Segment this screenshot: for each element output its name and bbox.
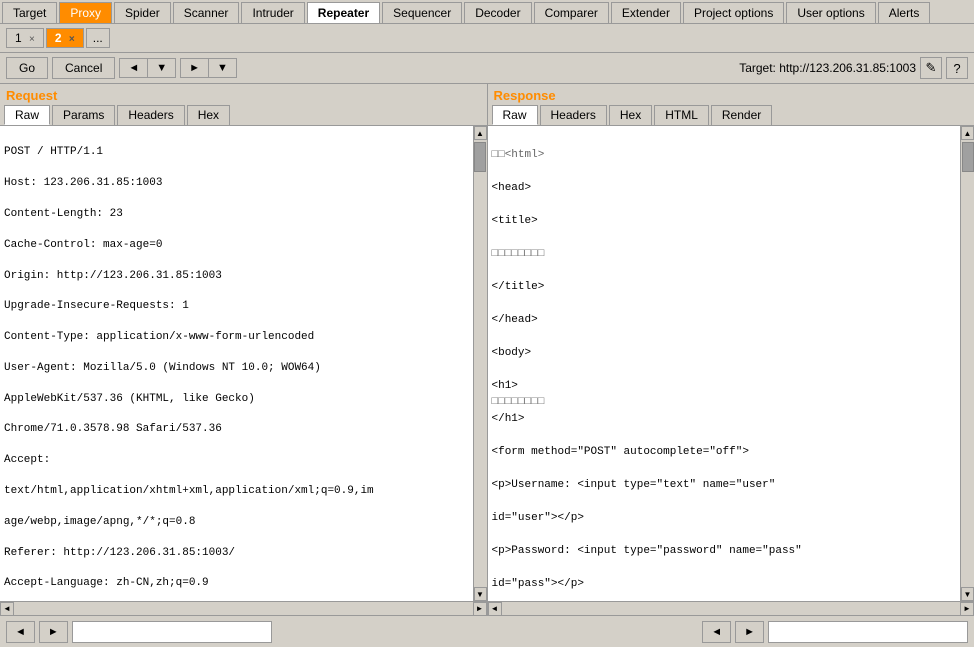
resp-line-3: <title> — [492, 213, 957, 230]
scrollbar-down-arrow[interactable]: ▼ — [474, 587, 487, 601]
main-content: Request Raw Params Headers Hex POST / HT… — [0, 84, 974, 615]
resp-line-5: </title> — [492, 279, 957, 296]
request-content[interactable]: POST / HTTP/1.1 Host: 123.206.31.85:1003… — [0, 126, 473, 601]
resp-scroll-right[interactable]: ► — [960, 602, 974, 616]
request-line-accept-types2: age/webp,image/apng,*/*;q=0.8 — [4, 515, 469, 530]
request-tabs: Raw Params Headers Hex — [0, 105, 487, 126]
tab-more-button[interactable]: ... — [86, 28, 110, 48]
resp-line-10: <p>Username: <input type="text" name="us… — [492, 477, 957, 494]
tab-decoder[interactable]: Decoder — [464, 2, 531, 23]
response-tabs: Raw Headers Hex HTML Render — [488, 105, 974, 126]
request-line-host: Host: 123.206.31.85:1003 — [4, 176, 469, 191]
resp-line-4: □□□□□□□□ — [492, 246, 957, 263]
resp-line-7: <body> — [492, 345, 957, 362]
resp-scroll-left[interactable]: ◄ — [488, 602, 502, 616]
resp-line-6: </head> — [492, 312, 957, 329]
request-line-webkit: AppleWebKit/537.36 (KHTML, like Gecko) — [4, 392, 469, 407]
tab-user-options[interactable]: User options — [786, 2, 875, 23]
edit-target-button[interactable]: ✎ — [920, 57, 942, 79]
response-tab-headers[interactable]: Headers — [540, 105, 607, 125]
resp-scrollbar-up[interactable]: ▲ — [961, 126, 974, 140]
request-line-chrome: Chrome/71.0.3578.98 Safari/537.36 — [4, 422, 469, 437]
tab-number-2[interactable]: 2 × — [46, 28, 84, 48]
response-title: Response — [488, 84, 974, 105]
forward-button[interactable]: ► — [180, 58, 208, 78]
tab-number-2-close[interactable]: × — [69, 34, 75, 45]
bottom-right-forward[interactable]: ► — [735, 621, 764, 643]
request-line-cache-control: Cache-Control: max-age=0 — [4, 238, 469, 253]
back-forward-group: ◄ ▼ — [119, 58, 176, 78]
bottom-right-input[interactable] — [768, 621, 968, 643]
go-button[interactable]: Go — [6, 57, 48, 79]
tab-number-1-label: 1 — [15, 31, 22, 45]
resp-line-1: □□<html> — [492, 147, 957, 164]
tab-project-options[interactable]: Project options — [683, 2, 784, 23]
resp-line-9: <form method="POST" autocomplete="off"> — [492, 444, 957, 461]
bottom-back-button[interactable]: ◄ — [6, 621, 35, 643]
tab-intruder[interactable]: Intruder — [241, 2, 304, 23]
scrollbar-thumb[interactable] — [474, 142, 486, 172]
scrollbar-right-arrow[interactable]: ► — [473, 602, 487, 616]
request-line-method: POST / HTTP/1.1 — [4, 145, 469, 160]
bottom-toolbar: ◄ ► ◄ ► — [0, 615, 974, 647]
repeater-tabs: 1 × 2 × ... — [0, 24, 974, 53]
request-tab-raw[interactable]: Raw — [4, 105, 50, 125]
tab-target[interactable]: Target — [2, 2, 57, 23]
tab-number-1-close[interactable]: × — [29, 34, 35, 45]
resp-line-2: <head> — [492, 180, 957, 197]
resp-line-11: id="user"></p> — [492, 510, 957, 527]
request-line-content-length: Content-Length: 23 — [4, 207, 469, 222]
tab-scanner[interactable]: Scanner — [173, 2, 240, 23]
request-title: Request — [0, 84, 487, 105]
target-url: Target: http://123.206.31.85:1003 — [739, 61, 916, 75]
request-tab-hex[interactable]: Hex — [187, 105, 230, 125]
forward-group: ► ▼ — [180, 58, 237, 78]
back-button[interactable]: ◄ — [119, 58, 147, 78]
help-button[interactable]: ? — [946, 57, 968, 79]
tab-number-2-label: 2 — [55, 31, 62, 45]
repeater-toolbar: Go Cancel ◄ ▼ ► ▼ Target: http://123.206… — [0, 53, 974, 84]
resp-line-12: <p>Password: <input type="password" name… — [492, 543, 957, 560]
scrollbar-up-arrow[interactable]: ▲ — [474, 126, 487, 140]
request-panel: Request Raw Params Headers Hex POST / HT… — [0, 84, 488, 615]
response-content[interactable]: □□<html> <head> <title> □□□□□□□□ </title… — [488, 126, 961, 601]
tab-number-1[interactable]: 1 × — [6, 28, 44, 48]
tab-comparer[interactable]: Comparer — [534, 2, 609, 23]
tab-proxy[interactable]: Proxy — [59, 2, 112, 23]
main-nav: Target Proxy Spider Scanner Intruder Rep… — [0, 0, 974, 24]
request-line-referer: Referer: http://123.206.31.85:1003/ — [4, 546, 469, 561]
bottom-right: ◄ ► — [702, 621, 968, 643]
tab-sequencer[interactable]: Sequencer — [382, 2, 462, 23]
resp-line-8: <h1>□□□□□□□□</h1> — [492, 378, 957, 428]
tab-alerts[interactable]: Alerts — [878, 2, 931, 23]
scrollbar-left-arrow[interactable]: ◄ — [0, 602, 14, 616]
resp-line-13: id="pass"></p> — [492, 576, 957, 593]
request-line-upgrade: Upgrade-Insecure-Requests: 1 — [4, 299, 469, 314]
request-tab-params[interactable]: Params — [52, 105, 115, 125]
request-tab-headers[interactable]: Headers — [117, 105, 184, 125]
request-line-accept-types: text/html,application/xhtml+xml,applicat… — [4, 484, 469, 499]
tab-spider[interactable]: Spider — [114, 2, 171, 23]
request-line-accept: Accept: — [4, 453, 469, 468]
bottom-right-back[interactable]: ◄ — [702, 621, 731, 643]
response-tab-render[interactable]: Render — [711, 105, 772, 125]
response-panel: Response Raw Headers Hex HTML Render □□<… — [488, 84, 974, 615]
bottom-left: ◄ ► — [6, 621, 272, 643]
response-tab-hex[interactable]: Hex — [609, 105, 652, 125]
cancel-button[interactable]: Cancel — [52, 57, 115, 79]
request-line-content-type: Content-Type: application/x-www-form-url… — [4, 330, 469, 345]
request-line-user-agent: User-Agent: Mozilla/5.0 (Windows NT 10.0… — [4, 361, 469, 376]
request-line-origin: Origin: http://123.206.31.85:1003 — [4, 269, 469, 284]
back-dropdown[interactable]: ▼ — [147, 58, 176, 78]
request-line-accept-lang: Accept-Language: zh-CN,zh;q=0.9 — [4, 576, 469, 591]
response-tab-html[interactable]: HTML — [654, 105, 709, 125]
response-tab-raw[interactable]: Raw — [492, 105, 538, 125]
resp-scrollbar-down[interactable]: ▼ — [961, 587, 974, 601]
resp-scrollbar-thumb[interactable] — [962, 142, 974, 172]
bottom-forward-button[interactable]: ► — [39, 621, 68, 643]
forward-dropdown[interactable]: ▼ — [208, 58, 237, 78]
bottom-search-input[interactable] — [72, 621, 272, 643]
tab-extender[interactable]: Extender — [611, 2, 681, 23]
tab-repeater[interactable]: Repeater — [307, 2, 380, 23]
